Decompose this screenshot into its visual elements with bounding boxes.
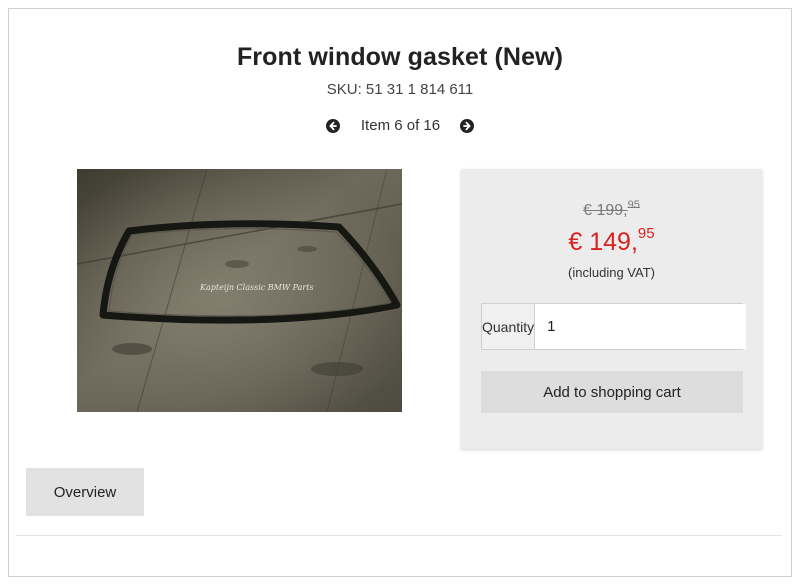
- item-pager: Item 6 of 16: [9, 117, 791, 134]
- sale-price-cents: 95: [637, 225, 655, 242]
- old-price: € 199,95: [461, 199, 762, 220]
- quantity-group: Quantity: [481, 303, 747, 350]
- product-sku: SKU: 51 31 1 814 611: [326, 81, 474, 98]
- quantity-input[interactable]: [535, 304, 747, 349]
- old-price-cents: 95: [627, 199, 640, 211]
- overview-button[interactable]: Overview: [26, 468, 144, 516]
- add-to-cart-button[interactable]: Add to shopping cart: [481, 371, 743, 413]
- product-image[interactable]: Kapteijn Classic BMW Parts: [77, 169, 402, 412]
- arrow-right-circle-icon[interactable]: [460, 118, 475, 133]
- arrow-left-circle-icon[interactable]: [325, 118, 340, 133]
- page-title: Front window gasket (New): [236, 43, 564, 71]
- vat-note: (including VAT): [568, 265, 655, 280]
- quantity-label: Quantity: [482, 304, 536, 349]
- pager-label: Item 6 of 16: [360, 117, 441, 134]
- footer-divider: [16, 535, 782, 536]
- image-watermark: Kapteijn Classic BMW Parts: [200, 283, 314, 292]
- sale-price-main: € 149,: [568, 228, 638, 256]
- old-price-main: € 199,: [583, 202, 628, 219]
- purchase-panel: € 199,95 € 149,95 (including VAT) Quanti…: [461, 169, 762, 449]
- sale-price: € 149,95: [461, 225, 762, 257]
